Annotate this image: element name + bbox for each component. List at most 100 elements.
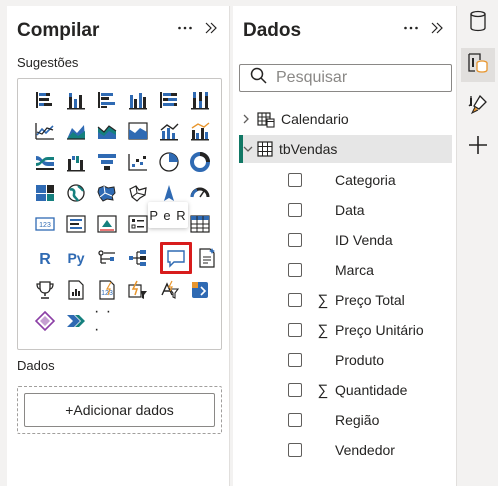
field-checkbox[interactable] <box>288 203 302 217</box>
search-box[interactable] <box>239 64 452 92</box>
line-and-stacked-column-chart-icon[interactable] <box>156 118 182 144</box>
matrix-icon[interactable] <box>187 211 213 237</box>
area-chart-icon[interactable] <box>63 118 89 144</box>
expand-pane-icon[interactable] <box>203 20 219 41</box>
shape-map-icon[interactable] <box>125 180 151 206</box>
add-data-button[interactable]: +Adicionar dados <box>24 393 215 427</box>
decomposition-tree-icon[interactable] <box>125 245 151 271</box>
100-stacked-bar-chart-icon[interactable] <box>156 87 182 113</box>
build-visual-pane-toggle[interactable] <box>461 48 495 82</box>
field-row[interactable]: Vendedor <box>288 436 452 464</box>
card-icon[interactable]: 123 <box>32 211 58 237</box>
sigma-icon: ∑ <box>317 291 329 309</box>
multi-row-card-icon[interactable] <box>63 211 89 237</box>
field-checkbox[interactable] <box>288 353 302 367</box>
field-checkbox[interactable] <box>288 413 302 427</box>
paginated-report-icon[interactable] <box>63 277 89 303</box>
table-name: tbVendas <box>279 141 338 157</box>
format-pane-toggle[interactable] <box>461 90 495 124</box>
field-row[interactable]: Data <box>288 196 452 224</box>
stacked-column-chart-icon[interactable] <box>63 87 89 113</box>
field-row[interactable]: ID Venda <box>288 226 452 254</box>
table-calendario[interactable]: Calendario <box>239 105 452 133</box>
sigma-icon: ∑ <box>317 381 329 399</box>
kpi-icon[interactable] <box>94 211 120 237</box>
field-row[interactable]: Categoria <box>288 166 452 194</box>
build-pane: Compilar Sugestões 123 R Py 123 · · · P … <box>7 6 230 486</box>
power-automate-icon[interactable] <box>63 308 89 334</box>
power-automate-visual-icon[interactable] <box>125 277 151 303</box>
add-pane-button[interactable] <box>461 130 495 164</box>
search-icon <box>250 67 268 90</box>
filter-visual-icon[interactable] <box>156 277 182 303</box>
clustered-column-chart-icon[interactable] <box>125 87 151 113</box>
treemap-icon[interactable] <box>32 180 58 206</box>
chevron-down-icon[interactable] <box>243 144 253 154</box>
gauge-icon[interactable] <box>187 180 213 206</box>
add-data-well: +Adicionar dados <box>17 386 222 434</box>
waterfall-chart-icon[interactable] <box>63 149 89 175</box>
svg-text:123: 123 <box>39 222 51 229</box>
more-options-icon[interactable] <box>403 20 419 41</box>
pie-chart-icon[interactable] <box>156 149 182 175</box>
stacked-bar-chart-icon[interactable] <box>32 87 58 113</box>
power-apps-visual-icon[interactable]: 123 <box>94 277 120 303</box>
svg-text:123: 123 <box>101 290 113 297</box>
clustered-bar-chart-icon[interactable] <box>94 87 120 113</box>
sigma-icon: ∑ <box>317 321 329 339</box>
field-checkbox[interactable] <box>288 293 302 307</box>
build-pane-title: Compilar <box>17 20 100 41</box>
power-apps-icon[interactable] <box>32 308 58 334</box>
field-label: Região <box>335 412 380 428</box>
expand-pane-icon[interactable] <box>429 20 445 41</box>
field-checkbox[interactable] <box>288 323 302 337</box>
svg-text:R: R <box>39 251 51 268</box>
funnel-chart-icon[interactable] <box>94 149 120 175</box>
data-pane-title: Dados <box>243 20 302 41</box>
power-bi-custom-visual-icon[interactable] <box>187 277 213 303</box>
100-stacked-area-chart-icon[interactable] <box>125 118 151 144</box>
line-and-clustered-column-chart-icon[interactable] <box>187 118 213 144</box>
field-row[interactable]: Marca <box>288 256 452 284</box>
scatter-chart-icon[interactable] <box>125 149 151 175</box>
field-label: ID Venda <box>335 232 393 248</box>
field-label: Quantidade <box>335 382 408 398</box>
more-options-icon[interactable] <box>177 20 193 41</box>
field-row[interactable]: Região <box>288 406 452 434</box>
table-name: Calendario <box>281 111 349 127</box>
field-label: Produto <box>335 352 385 368</box>
field-checkbox[interactable] <box>288 173 302 187</box>
field-row[interactable]: ∑ Preço Total <box>288 286 452 314</box>
qna-tooltip: P e R <box>148 202 188 228</box>
calendar-table-icon <box>257 110 275 128</box>
map-icon[interactable] <box>63 180 89 206</box>
donut-chart-icon[interactable] <box>187 149 213 175</box>
search-input[interactable] <box>276 69 436 87</box>
field-row[interactable]: ∑ Preço Unitário <box>288 316 452 344</box>
field-checkbox[interactable] <box>288 443 302 457</box>
field-row[interactable]: Produto <box>288 346 452 374</box>
field-checkbox[interactable] <box>288 263 302 277</box>
smart-narrative-icon[interactable] <box>194 245 220 271</box>
chevron-right-icon[interactable] <box>239 114 253 124</box>
field-label: Vendedor <box>335 442 395 458</box>
100-stacked-column-chart-icon[interactable] <box>187 87 213 113</box>
python-visual-icon[interactable]: Py <box>63 245 89 271</box>
build-visual-icon <box>466 51 490 80</box>
qna-visual-icon[interactable] <box>160 242 192 274</box>
field-checkbox[interactable] <box>288 383 302 397</box>
filled-map-icon[interactable] <box>94 180 120 206</box>
data-pane-actions <box>403 20 445 41</box>
ribbon-chart-icon[interactable] <box>32 149 58 175</box>
field-row[interactable]: ∑ Quantidade <box>288 376 452 404</box>
table-tbvendas[interactable]: tbVendas <box>239 135 452 163</box>
data-pane-toggle[interactable] <box>461 6 495 40</box>
line-chart-icon[interactable] <box>32 118 58 144</box>
goals-trophy-icon[interactable] <box>32 277 58 303</box>
field-checkbox[interactable] <box>288 233 302 247</box>
field-label: Preço Unitário <box>335 322 424 338</box>
get-more-visuals-icon[interactable]: · · · <box>94 303 120 338</box>
r-script-visual-icon[interactable]: R <box>32 245 58 271</box>
key-influencers-icon[interactable] <box>94 245 120 271</box>
stacked-area-chart-icon[interactable] <box>94 118 120 144</box>
